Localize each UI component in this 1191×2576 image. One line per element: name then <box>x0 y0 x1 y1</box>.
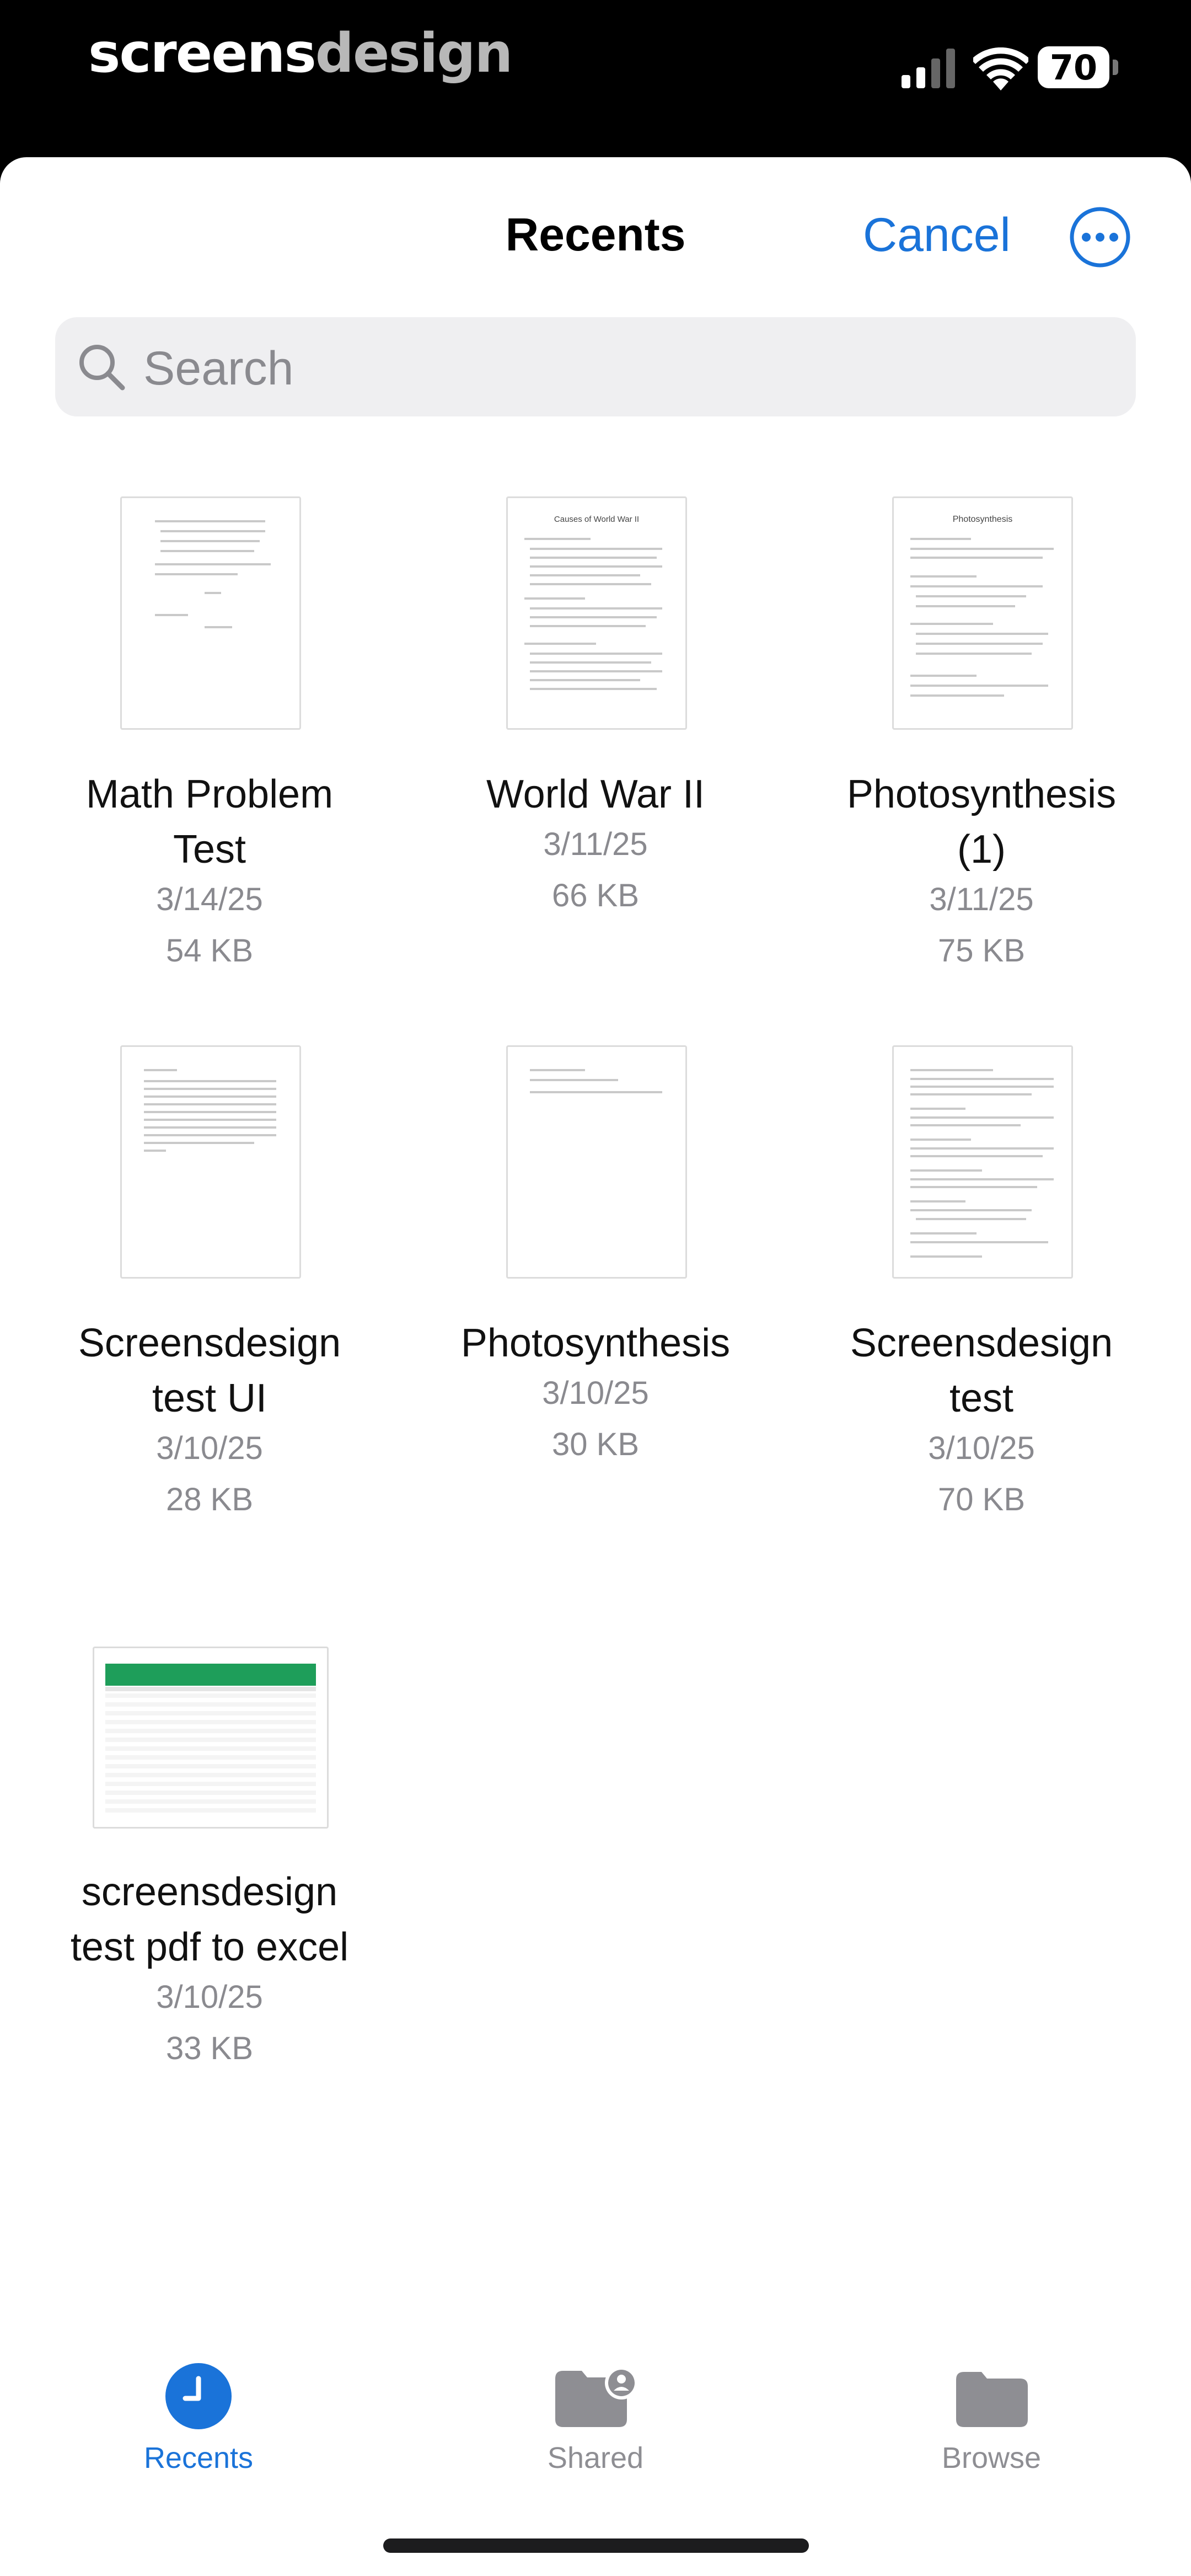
brand-logo: screensdesign <box>88 22 513 85</box>
file-date: 3/11/25 <box>929 881 1034 917</box>
tab-browse[interactable]: Browse <box>881 2350 1102 2477</box>
folder-icon <box>956 2372 1028 2427</box>
document-thumbnail: Photosynthesis <box>892 496 1073 730</box>
clock-icon <box>165 2363 232 2429</box>
file-size: 75 KB <box>938 933 1025 969</box>
page-title: Recents <box>505 209 686 260</box>
file-size: 70 KB <box>938 1482 1025 1517</box>
file-name: Photosynthesis <box>460 1321 731 1365</box>
home-indicator <box>383 2538 809 2553</box>
document-thumbnail: Causes of World War II <box>506 496 687 730</box>
cancel-button[interactable]: Cancel <box>863 208 1011 263</box>
file-name: test UI <box>152 1376 267 1420</box>
file-size: 54 KB <box>166 933 253 969</box>
file-item[interactable]: Screensdesign test UI 3/10/25 28 KB <box>17 1045 403 1597</box>
file-date: 3/11/25 <box>543 826 648 862</box>
file-name: Photosynthesis <box>846 772 1117 816</box>
search-field[interactable]: Search <box>55 317 1136 416</box>
battery-indicator: 70 <box>1038 46 1119 88</box>
file-date: 3/10/25 <box>542 1375 649 1411</box>
file-name: screensdesign <box>81 1870 338 1914</box>
file-date: 3/10/25 <box>156 1430 263 1466</box>
file-name: World War II <box>486 772 705 816</box>
tab-label: Shared <box>547 2441 644 2475</box>
file-name: test <box>949 1376 1014 1420</box>
more-options-icon[interactable] <box>1069 206 1131 269</box>
search-placeholder: Search <box>143 342 294 395</box>
file-item[interactable]: Photosynthesis 3/10/25 30 KB <box>403 1045 788 1597</box>
document-thumbnail <box>892 1045 1073 1279</box>
search-icon <box>79 345 125 391</box>
file-name: (1) <box>957 827 1006 872</box>
document-thumbnail <box>506 1045 687 1279</box>
file-date: 3/10/25 <box>156 1979 263 2015</box>
shared-folder-icon <box>555 2366 638 2427</box>
file-item[interactable]: Screensdesign test 3/10/25 70 KB <box>788 1045 1174 1597</box>
document-thumbnail <box>120 496 301 730</box>
file-name: test pdf to excel <box>70 1925 349 1969</box>
spreadsheet-thumbnail <box>93 1647 329 1829</box>
file-item[interactable]: screensdesign test pdf to excel 3/10/25 … <box>17 1647 403 2198</box>
document-thumbnail <box>120 1045 301 1279</box>
recents-sheet: Recents Cancel Search Math Problem Test … <box>0 157 1191 2576</box>
file-size: 30 KB <box>552 1426 639 1462</box>
file-name: Test <box>173 827 246 872</box>
file-name: Screensdesign <box>78 1321 341 1365</box>
cellular-signal-icon <box>902 49 955 88</box>
file-name: Screensdesign <box>850 1321 1113 1365</box>
file-size: 66 KB <box>552 878 639 913</box>
file-date: 3/10/25 <box>928 1430 1035 1466</box>
file-size: 28 KB <box>166 1482 253 1517</box>
file-size: 33 KB <box>166 2030 253 2066</box>
tab-label: Recents <box>143 2441 254 2475</box>
tab-recents[interactable]: Recents <box>88 2350 309 2477</box>
file-name: Math Problem <box>85 772 334 816</box>
tab-shared[interactable]: Shared <box>485 2350 706 2477</box>
file-date: 3/14/25 <box>156 881 263 917</box>
tab-label: Browse <box>941 2441 1042 2475</box>
status-bar: screensdesign 70 <box>0 0 1191 160</box>
wifi-icon <box>973 47 1028 90</box>
